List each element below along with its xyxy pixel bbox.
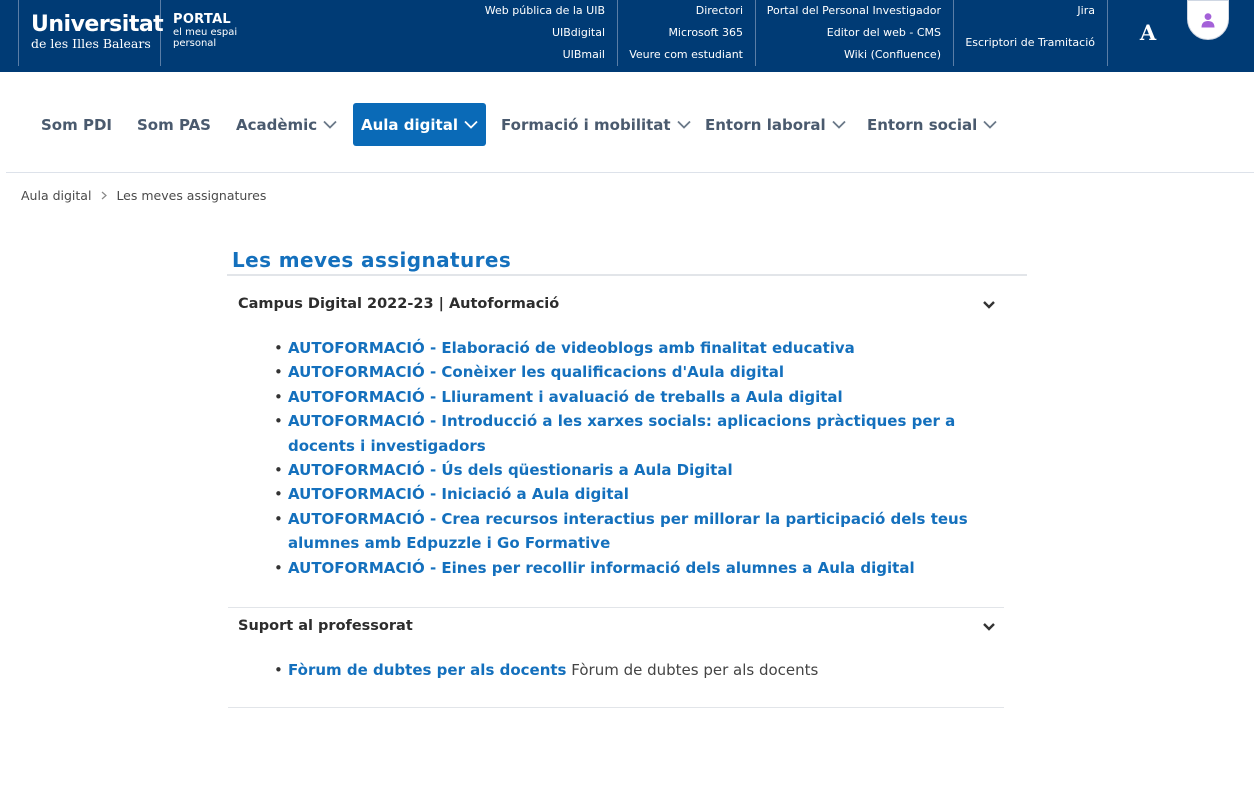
nav-academic[interactable]: Acadèmic (228, 103, 345, 146)
chevron-down-icon (323, 120, 337, 129)
list-item: AUTOFORMACIÓ - Conèixer les qualificacio… (274, 360, 974, 385)
course-list: AUTOFORMACIÓ - Elaboració de videoblogs … (274, 336, 974, 580)
link-jira[interactable]: Jira (1077, 0, 1095, 22)
page-title: Les meves assignatures (232, 248, 512, 272)
course-link[interactable]: AUTOFORMACIÓ - Iniciació a Aula digital (288, 485, 629, 503)
section-suport-professorat: Suport al professorat Fòrum de dubtes pe… (228, 608, 1004, 708)
breadcrumb-current: Les meves assignatures (116, 188, 267, 203)
chevron-down-icon (832, 120, 846, 129)
chevron-right-icon (102, 191, 108, 200)
link-veure-com-estudiant[interactable]: Veure com estudiant (629, 44, 743, 66)
nav-label: Acadèmic (236, 115, 318, 134)
list-item: AUTOFORMACIÓ - Ús dels qüestionaris a Au… (274, 458, 974, 483)
list-item: Fòrum de dubtes per als docents Fòrum de… (274, 658, 974, 683)
link-portal-investigador[interactable]: Portal del Personal Investigador (767, 0, 941, 22)
nav-som-pdi[interactable]: Som PDI (33, 103, 120, 146)
chevron-down-icon[interactable] (982, 300, 996, 310)
portal-sub-1: el meu espai (173, 27, 238, 38)
main-nav: Som PDI Som PAS Acadèmic Aula digital Fo… (6, 72, 1254, 173)
course-link[interactable]: AUTOFORMACIÓ - Elaboració de videoblogs … (288, 339, 855, 357)
title-divider (227, 274, 1027, 276)
top-links-col-2: Directori Microsoft 365 Veure com estudi… (618, 0, 756, 66)
portal-logo[interactable]: PORTAL el meu espai personal (173, 12, 238, 50)
course-link[interactable]: AUTOFORMACIÓ - Lliurament i avaluació de… (288, 388, 843, 406)
font-size-button[interactable]: A (1135, 18, 1161, 48)
nav-label: Som PDI (41, 115, 112, 134)
list-item: AUTOFORMACIÓ - Elaboració de videoblogs … (274, 336, 974, 361)
chevron-down-icon[interactable] (982, 622, 996, 632)
top-links-col-4: Jira Escriptori de Tramitació (954, 0, 1108, 66)
link-uibmail[interactable]: UIBmail (563, 44, 605, 66)
link-uibdigital[interactable]: UIBdigital (552, 22, 605, 44)
list-item: AUTOFORMACIÓ - Introducció a les xarxes … (274, 409, 974, 458)
top-bar: Universitat de les Illes Balears PORTAL … (0, 0, 1254, 72)
course-link[interactable]: AUTOFORMACIÓ - Crea recursos interactius… (288, 510, 968, 552)
portal-title: PORTAL (173, 12, 232, 27)
link-web-publica[interactable]: Web pública de la UIB (485, 0, 605, 22)
portal-sub-2: personal (173, 38, 217, 49)
course-link[interactable]: AUTOFORMACIÓ - Ús dels qüestionaris a Au… (288, 461, 733, 479)
user-menu-button[interactable] (1187, 0, 1229, 40)
forum-description: Fòrum de dubtes per als docents (571, 661, 819, 679)
nav-entorn-social[interactable]: Entorn social (859, 103, 1005, 146)
list-item: AUTOFORMACIÓ - Crea recursos interactius… (274, 507, 974, 556)
list-item: AUTOFORMACIÓ - Lliurament i avaluació de… (274, 385, 974, 410)
section-heading[interactable]: Campus Digital 2022-23 | Autoformació (238, 296, 559, 312)
logo-main-text: Universitat (31, 12, 164, 37)
section-heading[interactable]: Suport al professorat (238, 618, 413, 634)
nav-formacio-mobilitat[interactable]: Formació i mobilitat (493, 103, 699, 146)
link-microsoft-365[interactable]: Microsoft 365 (668, 22, 743, 44)
nav-label: Entorn laboral (705, 115, 826, 134)
chevron-down-icon (676, 120, 691, 129)
top-links-col-1: Web pública de la UIB UIBdigital UIBmail (470, 0, 618, 66)
nav-label: Som PAS (137, 115, 211, 134)
list-item: AUTOFORMACIÓ - Eines per recollir inform… (274, 556, 974, 581)
forum-link[interactable]: Fòrum de dubtes per als docents (288, 661, 566, 679)
nav-label: Formació i mobilitat (501, 115, 671, 134)
logo-sub-text: de les Illes Balears (31, 36, 151, 51)
nav-som-pas[interactable]: Som PAS (129, 103, 219, 146)
chevron-down-icon (983, 120, 997, 129)
nav-label: Entorn social (867, 115, 978, 134)
course-link[interactable]: AUTOFORMACIÓ - Conèixer les qualificacio… (288, 363, 784, 381)
course-link[interactable]: AUTOFORMACIÓ - Eines per recollir inform… (288, 559, 915, 577)
link-escriptori-tramitacio[interactable]: Escriptori de Tramitació (965, 32, 1095, 54)
link-directori[interactable]: Directori (696, 0, 743, 22)
breadcrumb-aula-digital[interactable]: Aula digital (21, 188, 91, 203)
uib-logo[interactable]: Universitat de les Illes Balears (18, 0, 164, 66)
list-item: AUTOFORMACIÓ - Iniciació a Aula digital (274, 482, 974, 507)
section-autoformacio: Campus Digital 2022-23 | Autoformació AU… (228, 286, 1004, 608)
link-editor-cms[interactable]: Editor del web - CMS (827, 22, 941, 44)
breadcrumb: Aula digital Les meves assignatures (21, 188, 266, 203)
nav-aula-digital[interactable]: Aula digital (353, 103, 486, 146)
link-wiki[interactable]: Wiki (Confluence) (844, 44, 941, 66)
course-list: Fòrum de dubtes per als docents Fòrum de… (274, 658, 974, 683)
course-link[interactable]: AUTOFORMACIÓ - Introducció a les xarxes … (288, 412, 955, 454)
user-icon (1201, 13, 1215, 28)
top-links-col-3: Portal del Personal Investigador Editor … (756, 0, 954, 66)
chevron-down-icon (464, 120, 478, 129)
nav-entorn-laboral[interactable]: Entorn laboral (697, 103, 854, 146)
nav-label: Aula digital (361, 115, 458, 134)
